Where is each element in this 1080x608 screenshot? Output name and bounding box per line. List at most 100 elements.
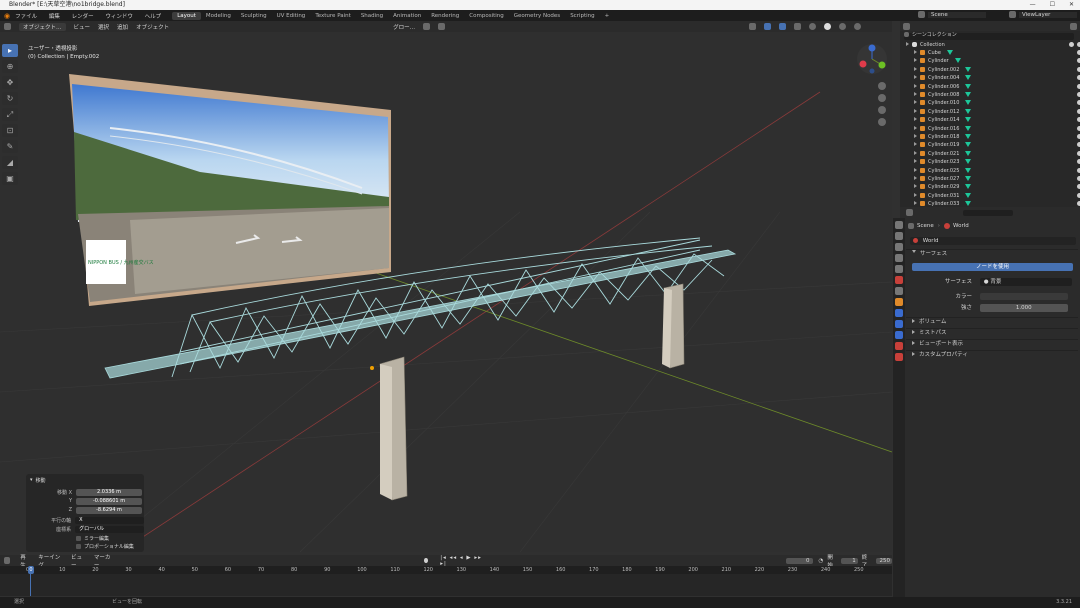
- outliner-scene-collection[interactable]: シーンコレクション: [900, 31, 1080, 39]
- move-tool[interactable]: ✥: [2, 76, 18, 89]
- output-tab-icon[interactable]: [895, 243, 903, 251]
- visibility-icon[interactable]: [749, 23, 757, 30]
- render-tab-icon[interactable]: [895, 232, 903, 240]
- menu-help[interactable]: ヘルプ: [145, 14, 162, 20]
- strength-field[interactable]: 1.000: [979, 304, 1068, 312]
- outliner-item[interactable]: Cylinder.002: [900, 66, 1080, 74]
- add-workspace-button[interactable]: +: [600, 12, 615, 20]
- playhead[interactable]: 0: [28, 566, 34, 574]
- outliner-item[interactable]: Cube: [900, 49, 1080, 57]
- menu-object[interactable]: オブジェクト: [136, 23, 169, 31]
- outliner-item[interactable]: Cylinder.031: [900, 192, 1080, 200]
- constraints-tab-icon[interactable]: [895, 331, 903, 339]
- data-tab-icon[interactable]: [895, 342, 903, 350]
- orientation-dropdown[interactable]: グローバル: [75, 525, 144, 533]
- navigation-gizmo[interactable]: [855, 42, 889, 76]
- move-y-field[interactable]: -0.088601 m: [76, 497, 142, 505]
- outliner-item[interactable]: Cylinder.029: [900, 183, 1080, 191]
- reference-photo-plane[interactable]: NIPPON BUS / 九州産交バス: [69, 74, 391, 306]
- zoom-icon[interactable]: [878, 82, 886, 90]
- mirror-edit-checkbox[interactable]: [76, 535, 81, 541]
- select-box-tool[interactable]: ▸: [2, 44, 18, 57]
- outliner-editor-icon[interactable]: [903, 22, 910, 30]
- tab-shading[interactable]: Shading: [356, 12, 388, 20]
- tab-texture-paint[interactable]: Texture Paint: [310, 12, 356, 20]
- outliner-item[interactable]: Cylinder.004: [900, 74, 1080, 82]
- timeline-area[interactable]: 0 10 20 30 40 50 60 70 80 90 100 110 120 130 140 150 160…: [0, 566, 892, 596]
- tab-rendering[interactable]: Rendering: [426, 12, 464, 20]
- volume-panel-header[interactable]: ボリューム: [908, 318, 1076, 327]
- shading-rendered-icon[interactable]: [854, 23, 862, 30]
- shading-wireframe-icon[interactable]: [809, 23, 817, 30]
- move-x-field[interactable]: 2.0336 m: [76, 488, 142, 496]
- record-button[interactable]: [423, 558, 429, 563]
- properties-search[interactable]: [963, 209, 1013, 216]
- object-tab-icon[interactable]: [895, 298, 903, 306]
- outliner-item[interactable]: Cylinder.014: [900, 116, 1080, 124]
- minimize-button[interactable]: —: [1030, 0, 1036, 10]
- tab-animation[interactable]: Animation: [388, 12, 426, 20]
- scene-selector[interactable]: Scene: [928, 11, 986, 18]
- shading-solid-icon[interactable]: [824, 23, 832, 30]
- outliner-item[interactable]: Cylinder.016: [900, 125, 1080, 133]
- ortho-toggle-icon[interactable]: [878, 118, 886, 126]
- scene-tab-icon[interactable]: [895, 265, 903, 273]
- close-button[interactable]: ✕: [1069, 0, 1074, 10]
- use-nodes-button[interactable]: ノードを使用: [912, 263, 1073, 271]
- texture-tab-icon[interactable]: [895, 353, 903, 361]
- shading-material-icon[interactable]: [839, 23, 847, 30]
- object-mode-dropdown[interactable]: オブジェクト…: [19, 22, 66, 31]
- surface-shader-field[interactable]: ● 背景: [979, 278, 1072, 286]
- color-swatch[interactable]: [979, 293, 1068, 300]
- outliner-item[interactable]: Cylinder.021: [900, 150, 1080, 158]
- tab-geometry-nodes[interactable]: Geometry Nodes: [509, 12, 565, 20]
- scale-tool[interactable]: ⤢: [2, 108, 18, 121]
- rotate-tool[interactable]: ↻: [2, 92, 18, 105]
- menu-select[interactable]: 選択: [98, 23, 109, 31]
- transform-tool[interactable]: ⊡: [2, 124, 18, 137]
- tab-layout[interactable]: Layout: [172, 11, 201, 20]
- measure-tool[interactable]: ◢: [2, 156, 18, 169]
- outliner-item[interactable]: Cylinder.019: [900, 141, 1080, 149]
- tab-sculpting[interactable]: Sculpting: [236, 12, 272, 20]
- visibility-eye-icon[interactable]: [1069, 42, 1074, 47]
- physics-tab-icon[interactable]: [895, 320, 903, 328]
- xray-toggle-icon[interactable]: [794, 23, 802, 30]
- add-cube-tool[interactable]: ▣: [2, 172, 18, 185]
- world-datablock-field[interactable]: World: [910, 237, 1076, 245]
- view-layer-tab-icon[interactable]: [895, 254, 903, 262]
- menu-window[interactable]: ウィンドウ: [105, 14, 133, 20]
- proportional-edit-checkbox[interactable]: [76, 543, 81, 549]
- playback-controls[interactable]: |◂ ◂◂ ◂ ▶ ▸▸ ▸|: [440, 555, 486, 567]
- editor-type-icon[interactable]: [4, 23, 11, 30]
- camera-view-icon[interactable]: [878, 106, 886, 114]
- custom-properties-panel-header[interactable]: カスタムプロパティ: [908, 351, 1076, 360]
- outliner-item[interactable]: Cylinder.008: [900, 91, 1080, 99]
- outliner-item[interactable]: Cylinder.012: [900, 108, 1080, 116]
- end-frame-field[interactable]: 250: [875, 557, 893, 564]
- transform-orientation-dropdown[interactable]: グロー…: [393, 23, 415, 31]
- pan-hand-icon[interactable]: [878, 94, 886, 102]
- menu-view[interactable]: ビュー: [74, 23, 91, 31]
- menu-edit[interactable]: 編集: [49, 14, 60, 20]
- world-tab-icon[interactable]: [895, 276, 903, 284]
- menu-file[interactable]: ファイル: [15, 14, 37, 20]
- start-frame-field[interactable]: 1: [841, 557, 858, 564]
- outliner-item[interactable]: Cylinder.018: [900, 133, 1080, 141]
- outliner-item[interactable]: Cylinder.027: [900, 175, 1080, 183]
- tab-scripting[interactable]: Scripting: [565, 12, 599, 20]
- filter-icon[interactable]: [1070, 22, 1077, 30]
- outliner-item[interactable]: Cylinder.006: [900, 83, 1080, 91]
- menu-render[interactable]: レンダー: [72, 14, 94, 20]
- tab-modeling[interactable]: Modeling: [201, 12, 236, 20]
- snap-icon[interactable]: [423, 23, 431, 30]
- outliner-item[interactable]: Cylinder: [900, 57, 1080, 65]
- proportional-edit-icon[interactable]: [438, 23, 446, 30]
- outliner-item[interactable]: Cylinder.010: [900, 99, 1080, 107]
- viewport-display-panel-header[interactable]: ビューポート表示: [908, 340, 1076, 349]
- outliner-item[interactable]: Cylinder.025: [900, 167, 1080, 175]
- outliner-collection[interactable]: Collection: [900, 41, 1080, 49]
- menu-add[interactable]: 追加: [117, 23, 128, 31]
- maximize-button[interactable]: ☐: [1050, 0, 1055, 10]
- move-z-field[interactable]: -8.6294 m: [76, 506, 142, 514]
